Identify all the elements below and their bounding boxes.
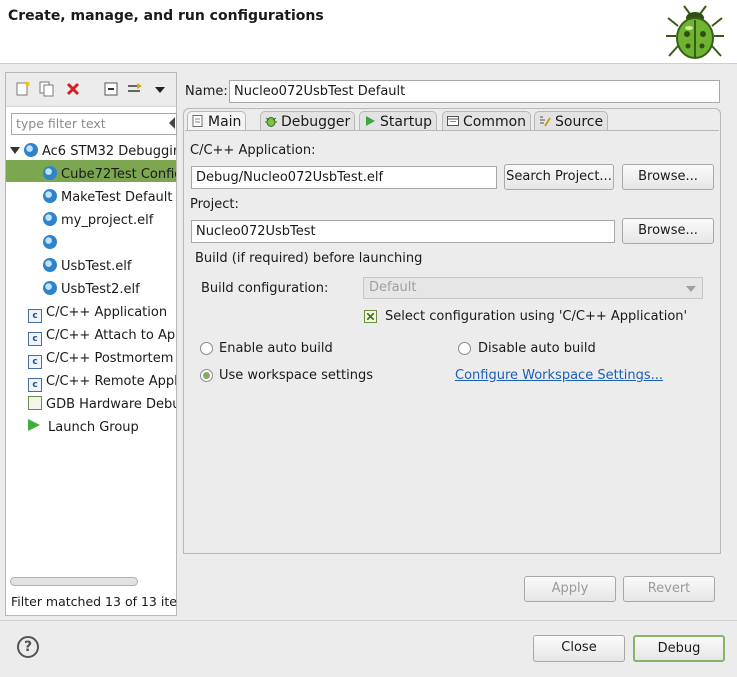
expand-toggle-icon[interactable] bbox=[10, 147, 20, 154]
tree-item[interactable]: c C/C++ Application bbox=[28, 302, 167, 323]
tree-item-label: C/C++ Application bbox=[46, 305, 168, 320]
tree-item-label: C/C++ Remote Application bbox=[46, 374, 176, 389]
config-icon bbox=[43, 258, 57, 272]
tab-label: Startup bbox=[380, 114, 432, 130]
c-app-field[interactable]: Debug/Nucleo072UsbTest.elf bbox=[191, 166, 497, 189]
help-icon[interactable]: ? bbox=[17, 636, 39, 658]
filter-clear-icon[interactable] bbox=[169, 117, 175, 129]
enable-auto-build-radio[interactable] bbox=[200, 342, 213, 355]
c-app-icon: c bbox=[28, 378, 42, 392]
common-tab-icon bbox=[447, 116, 459, 126]
config-icon bbox=[43, 212, 57, 226]
project-field[interactable]: Nucleo072UsbTest bbox=[191, 220, 615, 243]
tree-item[interactable]: c C/C++ Remote Application bbox=[28, 371, 176, 392]
tab-source[interactable]: Source bbox=[534, 111, 609, 132]
tree-item-label: my_project.elf bbox=[61, 213, 154, 228]
name-field[interactable]: Nucleo072UsbTest Default bbox=[229, 80, 720, 103]
config-tree: Ac6 STM32 Debugging Cube72Test Configura… bbox=[6, 140, 176, 440]
chevron-down-icon bbox=[686, 286, 696, 292]
tree-item[interactable]: my_project.elf bbox=[43, 210, 153, 231]
startup-tab-icon bbox=[366, 116, 375, 126]
tree-item[interactable]: c C/C++ Attach to Application bbox=[28, 325, 176, 346]
tree-item[interactable]: UsbTest2.elf bbox=[43, 279, 140, 300]
filter-icon[interactable] bbox=[126, 81, 144, 99]
debug-button[interactable]: Debug bbox=[633, 635, 725, 662]
tree-item-label: Nucleo072UsbTest Default bbox=[61, 236, 176, 251]
tree-item-label: Launch Group bbox=[48, 420, 139, 435]
build-config-label: Build configuration: bbox=[201, 281, 329, 296]
tree-item-label: UsbTest.elf bbox=[61, 259, 132, 274]
disable-auto-build-label: Disable auto build bbox=[478, 341, 596, 356]
collapse-all-icon[interactable] bbox=[102, 81, 120, 99]
tab-label: Common bbox=[463, 114, 527, 130]
bug-icon bbox=[666, 5, 724, 59]
tree-item-label: C/C++ Postmortem Debugger bbox=[46, 351, 176, 366]
c-app-label: C/C++ Application: bbox=[190, 143, 316, 158]
view-menu-icon[interactable] bbox=[151, 81, 169, 99]
search-project-button[interactable]: Search Project... bbox=[504, 164, 614, 190]
tree-item-label: UsbTest2.elf bbox=[61, 282, 140, 297]
launch-group-icon bbox=[28, 419, 40, 431]
select-config-label: Select configuration using 'C/C++ Applic… bbox=[385, 309, 688, 324]
select-config-checkbox[interactable] bbox=[364, 310, 377, 323]
tab-debugger[interactable]: Debugger bbox=[260, 111, 356, 132]
tab-common[interactable]: Common bbox=[442, 111, 532, 132]
tree-item-label: MakeTest Default bbox=[61, 190, 173, 205]
tab-label: Debugger bbox=[281, 114, 351, 130]
browse-app-button[interactable]: Browse... bbox=[622, 164, 714, 190]
config-icon bbox=[43, 281, 57, 295]
close-button[interactable]: Close bbox=[533, 635, 625, 662]
tree-item[interactable]: MakeTest Default bbox=[43, 187, 172, 208]
tree-item[interactable]: c C/C++ Postmortem Debugger bbox=[28, 348, 176, 369]
c-app-icon: c bbox=[28, 332, 42, 346]
browse-project-button[interactable]: Browse... bbox=[622, 218, 714, 244]
name-label: Name: bbox=[185, 84, 228, 99]
duplicate-icon[interactable] bbox=[38, 81, 56, 99]
dialog-title: Create, manage, and run configurations bbox=[8, 8, 324, 24]
tree-item-label: Cube72Test Configuration bbox=[61, 167, 176, 182]
c-app-icon: c bbox=[28, 355, 42, 369]
tab-startup[interactable]: Startup bbox=[359, 111, 437, 132]
tree-item[interactable]: Cube72Test Configuration bbox=[43, 164, 176, 185]
config-icon bbox=[43, 189, 57, 203]
c-app-icon: c bbox=[28, 309, 42, 323]
disable-auto-build-radio[interactable] bbox=[458, 342, 471, 355]
build-config-select[interactable]: Default bbox=[363, 277, 703, 299]
tree-horizontal-scrollbar[interactable] bbox=[10, 577, 138, 586]
tree-item[interactable]: UsbTest.elf bbox=[43, 256, 131, 277]
source-tab-icon bbox=[540, 116, 551, 127]
tree-item-label: GDB Hardware Debugging bbox=[46, 397, 176, 412]
new-config-icon[interactable] bbox=[14, 81, 32, 99]
tree-item[interactable]: Ac6 STM32 Debugging bbox=[10, 141, 176, 162]
main-tab-icon bbox=[192, 115, 203, 127]
configure-workspace-link[interactable]: Configure Workspace Settings... bbox=[455, 368, 663, 383]
config-icon bbox=[43, 235, 57, 249]
tree-item[interactable]: GDB Hardware Debugging bbox=[28, 394, 176, 415]
revert-button[interactable]: Revert bbox=[623, 576, 715, 602]
config-icon bbox=[43, 166, 57, 180]
apply-button[interactable]: Apply bbox=[524, 576, 616, 602]
tab-label: Main bbox=[208, 114, 242, 130]
config-type-icon bbox=[24, 143, 38, 157]
use-workspace-radio[interactable] bbox=[200, 369, 213, 382]
tab-label: Source bbox=[555, 114, 604, 130]
project-label: Project: bbox=[190, 197, 239, 212]
tree-item-label: Ac6 STM32 Debugging bbox=[42, 144, 176, 159]
tree-item-selected[interactable]: Nucleo072UsbTest Default bbox=[43, 233, 176, 254]
footer-divider bbox=[0, 620, 737, 621]
debugger-tab-icon bbox=[265, 117, 277, 127]
tree-item-label: C/C++ Attach to Application bbox=[46, 328, 176, 343]
filter-input[interactable]: type filter text bbox=[11, 113, 177, 135]
use-workspace-label: Use workspace settings bbox=[219, 368, 373, 383]
tree-item[interactable]: Launch Group bbox=[28, 417, 139, 438]
c-app-icon bbox=[28, 396, 42, 410]
enable-auto-build-label: Enable auto build bbox=[219, 341, 333, 356]
build-config-value: Default bbox=[369, 280, 417, 295]
config-toolbar bbox=[6, 73, 176, 107]
delete-icon[interactable] bbox=[64, 81, 82, 99]
filter-status: Filter matched 13 of 13 items bbox=[11, 594, 177, 609]
build-heading: Build (if required) before launching bbox=[195, 251, 423, 266]
